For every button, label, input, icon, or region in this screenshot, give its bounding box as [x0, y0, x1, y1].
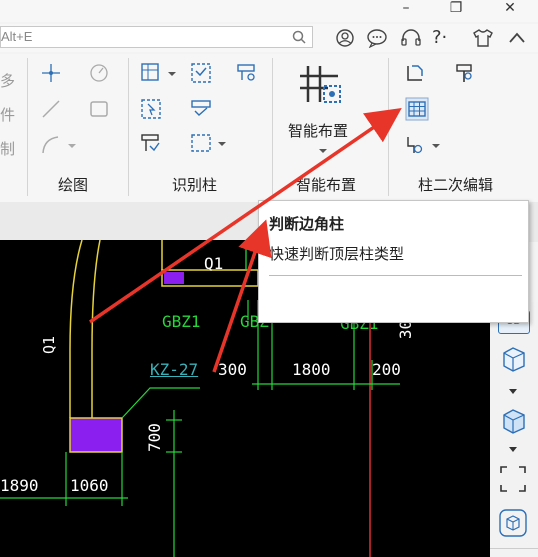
annotation-arrows	[89, 108, 402, 373]
arrow-to-tooltip	[212, 219, 272, 373]
